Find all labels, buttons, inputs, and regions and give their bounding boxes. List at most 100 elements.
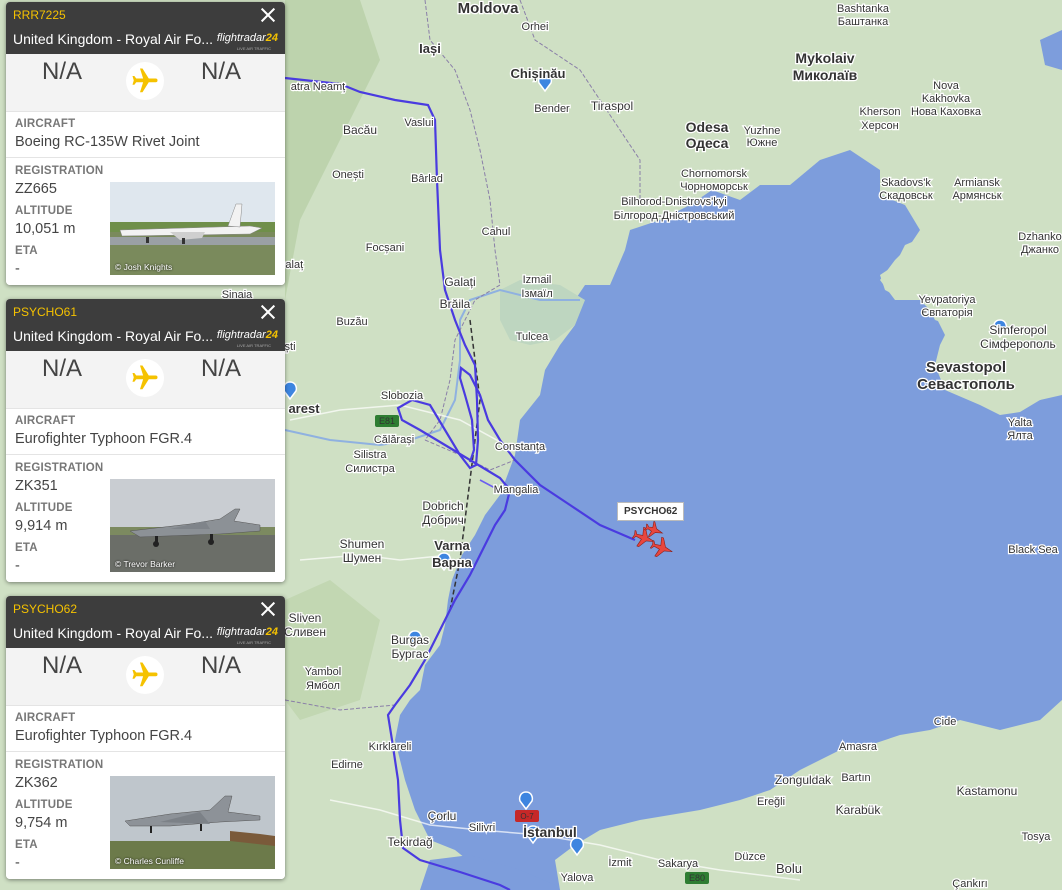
flight-info-card: RRR7225 United Kingdom - Royal Air Fo...… [6,2,285,285]
map-label-sliven: Sliven [287,610,322,627]
destination-airport[interactable]: N/A [201,652,241,680]
callsign[interactable]: PSYCHO61 [13,305,77,319]
origin-airport[interactable]: N/A [42,58,82,86]
svg-text:Ereğli: Ereğli [757,796,785,808]
destination-airport[interactable]: N/A [201,58,241,86]
svg-text:Армянськ: Армянськ [952,190,1001,202]
svg-text:Çorlu: Çorlu [428,809,457,823]
map-label-e80: E80 [685,872,709,884]
registration-label: REGISTRATION [15,462,104,474]
origin-airport[interactable]: N/A [42,355,82,383]
operator-name: United Kingdom - Royal Air Fo... [13,625,213,641]
svg-text:Armiansk: Armiansk [954,177,1000,189]
svg-text:Vaslui: Vaslui [404,117,433,129]
svg-text:Sakarya: Sakarya [658,858,699,870]
map-label-kakhovka_cyr: Нова Каховка [910,105,983,120]
map-label-vaslui: Vaslui [403,116,435,131]
map-label-bucharest_fragment: arest [287,400,321,418]
svg-text:Onești: Onești [332,169,364,181]
svg-text:Баштанка: Баштанка [838,16,889,28]
close-icon[interactable] [259,303,277,321]
close-icon[interactable] [259,600,277,618]
map-label-yambol_cyr: Ямбол [305,679,341,694]
plane-icon [126,359,164,397]
map-label-amasra: Amasra [838,740,879,755]
svg-text:arest: arest [288,401,320,416]
svg-text:Силистра: Силистра [345,463,395,475]
svg-text:Tulcea: Tulcea [516,331,549,343]
map-label-skadovsk_cyr: Скадовськ [878,189,934,204]
callsign[interactable]: PSYCHO62 [13,602,77,616]
map-label-varna_cyr: Варна [431,554,474,572]
svg-text:Добрич: Добрич [422,513,463,527]
map-label-dzhankoi: Dzhanko [1017,230,1062,245]
origin-airport[interactable]: N/A [42,652,82,680]
altitude-label: ALTITUDE [15,799,73,811]
map-label-karabuk: Karabük [834,802,882,819]
svg-text:Galați: Galați [444,275,475,289]
map-label-tosya: Tosya [1020,830,1052,845]
map-label-o7: O-7 [515,810,539,822]
map-label-kastamonu: Kastamonu [955,783,1018,800]
svg-text:Sevastopol: Sevastopol [926,359,1006,376]
aircraft-photo[interactable]: © Josh Knights [110,182,275,275]
plane-icon [126,62,164,100]
svg-text:Сімферополь: Сімферополь [980,337,1056,351]
svg-text:Călărași: Călărași [374,434,414,446]
map-label-silistra: Silistra [352,448,388,463]
map-label-odesa: Odesa [684,118,730,137]
map-label-mykolaiv_cyr: Миколаїв [791,66,858,85]
aircraft-section: AIRCRAFT Eurofighter Typhoon FGR.4 [6,706,285,752]
aircraft-photo[interactable]: © Trevor Barker [110,479,275,572]
map-label-shumen: Shumen [338,536,385,553]
map-label-kherson: Kherson [858,105,901,120]
svg-text:Kherson: Kherson [860,106,901,118]
svg-text:Kırklareli: Kırklareli [369,741,412,753]
map-label-slobozia: Slobozia [380,389,426,404]
svg-text:İzmit: İzmit [608,856,631,869]
map-label-cankiri: Çankırı [951,877,989,890]
map-label-izmit: İzmit [607,855,633,871]
svg-text:Ізмаїл: Ізмаїл [521,288,552,300]
aircraft-label: AIRCRAFT [15,118,76,130]
svg-text:Джанко: Джанко [1021,244,1059,256]
card-header: PSYCHO62 United Kingdom - Royal Air Fo..… [6,596,285,648]
registration-label: REGISTRATION [15,165,104,177]
destination-airport[interactable]: N/A [201,355,241,383]
svg-text:Kastamonu: Kastamonu [957,784,1018,798]
svg-text:O-7: O-7 [520,812,534,821]
svg-text:Silistra: Silistra [353,449,387,461]
aircraft-photo[interactable]: © Charles Cunliffe [110,776,275,869]
svg-text:Mangalia: Mangalia [494,484,540,496]
svg-text:Бургас: Бургас [392,647,429,661]
svg-text:Çankırı: Çankırı [952,878,987,890]
map-label-bacau: Bacău [342,122,379,139]
close-icon[interactable] [259,6,277,24]
svg-text:Євпаторія: Євпаторія [921,307,972,319]
map-label-barlad: Bârlad [410,172,444,187]
map-label-eregli: Ereğli [756,795,787,810]
aircraft-callout[interactable]: PSYCHO62 [617,502,685,521]
altitude-value: 9,754 m [15,815,68,831]
svg-text:Tosya: Tosya [1022,831,1052,843]
svg-text:Cahul: Cahul [482,226,511,238]
svg-text:Amasra: Amasra [839,741,878,753]
svg-text:Миколаїв: Миколаїв [793,67,858,83]
svg-text:Чорноморськ: Чорноморськ [680,181,748,193]
map-label-bilhorod: Bilhorod-Dnistrovs'kyi [620,195,728,210]
map-label-bolu: Bolu [775,860,804,878]
svg-text:Buzău: Buzău [336,316,367,328]
svg-text:Varna: Varna [434,538,470,553]
svg-text:Ялта: Ялта [1007,430,1033,442]
svg-text:Moldova: Moldova [458,0,519,17]
map-label-yalova: Yalova [559,871,595,886]
flightradar24-logo: flightradar24 [216,32,278,44]
details-section: REGISTRATION ZK362 ALTITUDE 9,754 m ETA … [6,752,285,879]
map-label-braila: Brăila [438,296,472,313]
map-label-galati: Galați [443,274,477,291]
callsign[interactable]: RRR7225 [13,8,66,22]
map-label-varna: Varna [433,537,472,555]
altitude-label: ALTITUDE [15,205,73,217]
svg-text:Nova: Nova [933,80,960,92]
svg-text:Yalta: Yalta [1008,417,1033,429]
